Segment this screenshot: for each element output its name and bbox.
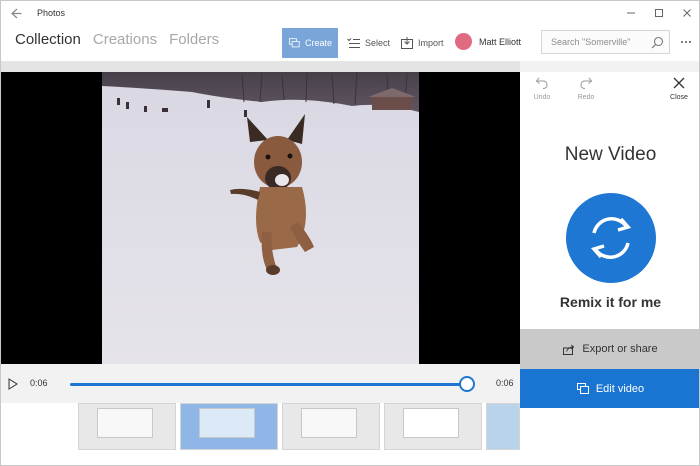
- maximize-icon[interactable]: [645, 1, 673, 25]
- remix-refresh-icon: [590, 217, 632, 259]
- new-video-panel: Undo Redo Close New Video Remix it for m…: [520, 72, 699, 403]
- search-field[interactable]: Search "Somerville": [541, 30, 670, 54]
- collection-thumbnail[interactable]: [180, 403, 278, 450]
- current-time: 0:06: [30, 378, 48, 388]
- avatar: [455, 33, 472, 50]
- select-label: Select: [365, 38, 391, 48]
- photos-window: Photos Collection Creations Folders Crea…: [0, 0, 700, 466]
- close-icon[interactable]: [673, 1, 699, 25]
- video-player[interactable]: [1, 72, 520, 364]
- more-icon[interactable]: [679, 35, 693, 49]
- select-button[interactable]: Select: [341, 28, 396, 58]
- collection-thumbnail[interactable]: [384, 403, 482, 450]
- redo-label: Redo: [577, 94, 595, 101]
- close-label: Close: [670, 94, 688, 101]
- playback-controls: 0:06 0:06: [1, 364, 520, 403]
- progress-thumb[interactable]: [459, 376, 475, 392]
- search-placeholder: Search "Somerville": [551, 37, 631, 47]
- video-frame-dog-in-snow: [102, 72, 419, 364]
- export-share-button[interactable]: Export or share: [520, 329, 699, 369]
- collection-strip-top: [1, 61, 520, 72]
- window-controls: [617, 1, 699, 25]
- panel-title: New Video: [564, 144, 657, 165]
- remix-label[interactable]: Remix it for me: [520, 294, 699, 310]
- share-icon: [563, 344, 575, 355]
- edit-video-button[interactable]: Edit video: [520, 369, 699, 408]
- nav-tabs: Collection Creations Folders: [15, 31, 219, 48]
- redo-icon: [580, 77, 593, 89]
- play-icon[interactable]: [8, 378, 18, 390]
- remix-button[interactable]: [566, 193, 656, 283]
- edit-label: Edit video: [595, 382, 645, 395]
- collection-thumbnail[interactable]: [282, 403, 380, 450]
- search-icon[interactable]: [649, 35, 665, 51]
- minimize-icon[interactable]: [617, 1, 645, 25]
- user-name: Matt Elliott: [479, 36, 522, 47]
- collection-thumbnail[interactable]: [78, 403, 176, 450]
- back-arrow-icon[interactable]: [1, 1, 31, 25]
- import-icon: [401, 37, 413, 49]
- import-label: Import: [418, 38, 444, 48]
- undo-button[interactable]: Undo: [522, 76, 562, 101]
- import-button[interactable]: Import: [395, 28, 450, 58]
- export-label: Export or share: [582, 343, 658, 355]
- progress-track[interactable]: [70, 383, 467, 386]
- app-title: Photos: [37, 8, 66, 18]
- tab-folders[interactable]: Folders: [169, 31, 219, 48]
- thumbnail-row: [78, 403, 520, 450]
- create-button[interactable]: Create: [282, 28, 338, 58]
- create-label: Create: [304, 38, 332, 48]
- select-icon: [347, 37, 360, 48]
- user-account[interactable]: Matt Elliott: [455, 33, 521, 50]
- edit-video-icon: [576, 383, 589, 394]
- redo-button[interactable]: Redo: [566, 76, 606, 101]
- undo-label: Undo: [533, 94, 551, 101]
- tab-collection[interactable]: Collection: [15, 31, 81, 48]
- title-bar: Photos: [1, 1, 699, 25]
- filmstrip: [1, 403, 699, 465]
- close-panel-button[interactable]: Close: [659, 76, 699, 101]
- close-x-icon: [673, 77, 685, 89]
- nav-bar: Collection Creations Folders Create Sele…: [1, 25, 699, 61]
- end-time: 0:06: [496, 378, 514, 388]
- tab-creations[interactable]: Creations: [93, 31, 157, 48]
- collection-thumbnail[interactable]: [486, 403, 520, 450]
- undo-icon: [535, 77, 548, 89]
- create-icon: [289, 38, 300, 48]
